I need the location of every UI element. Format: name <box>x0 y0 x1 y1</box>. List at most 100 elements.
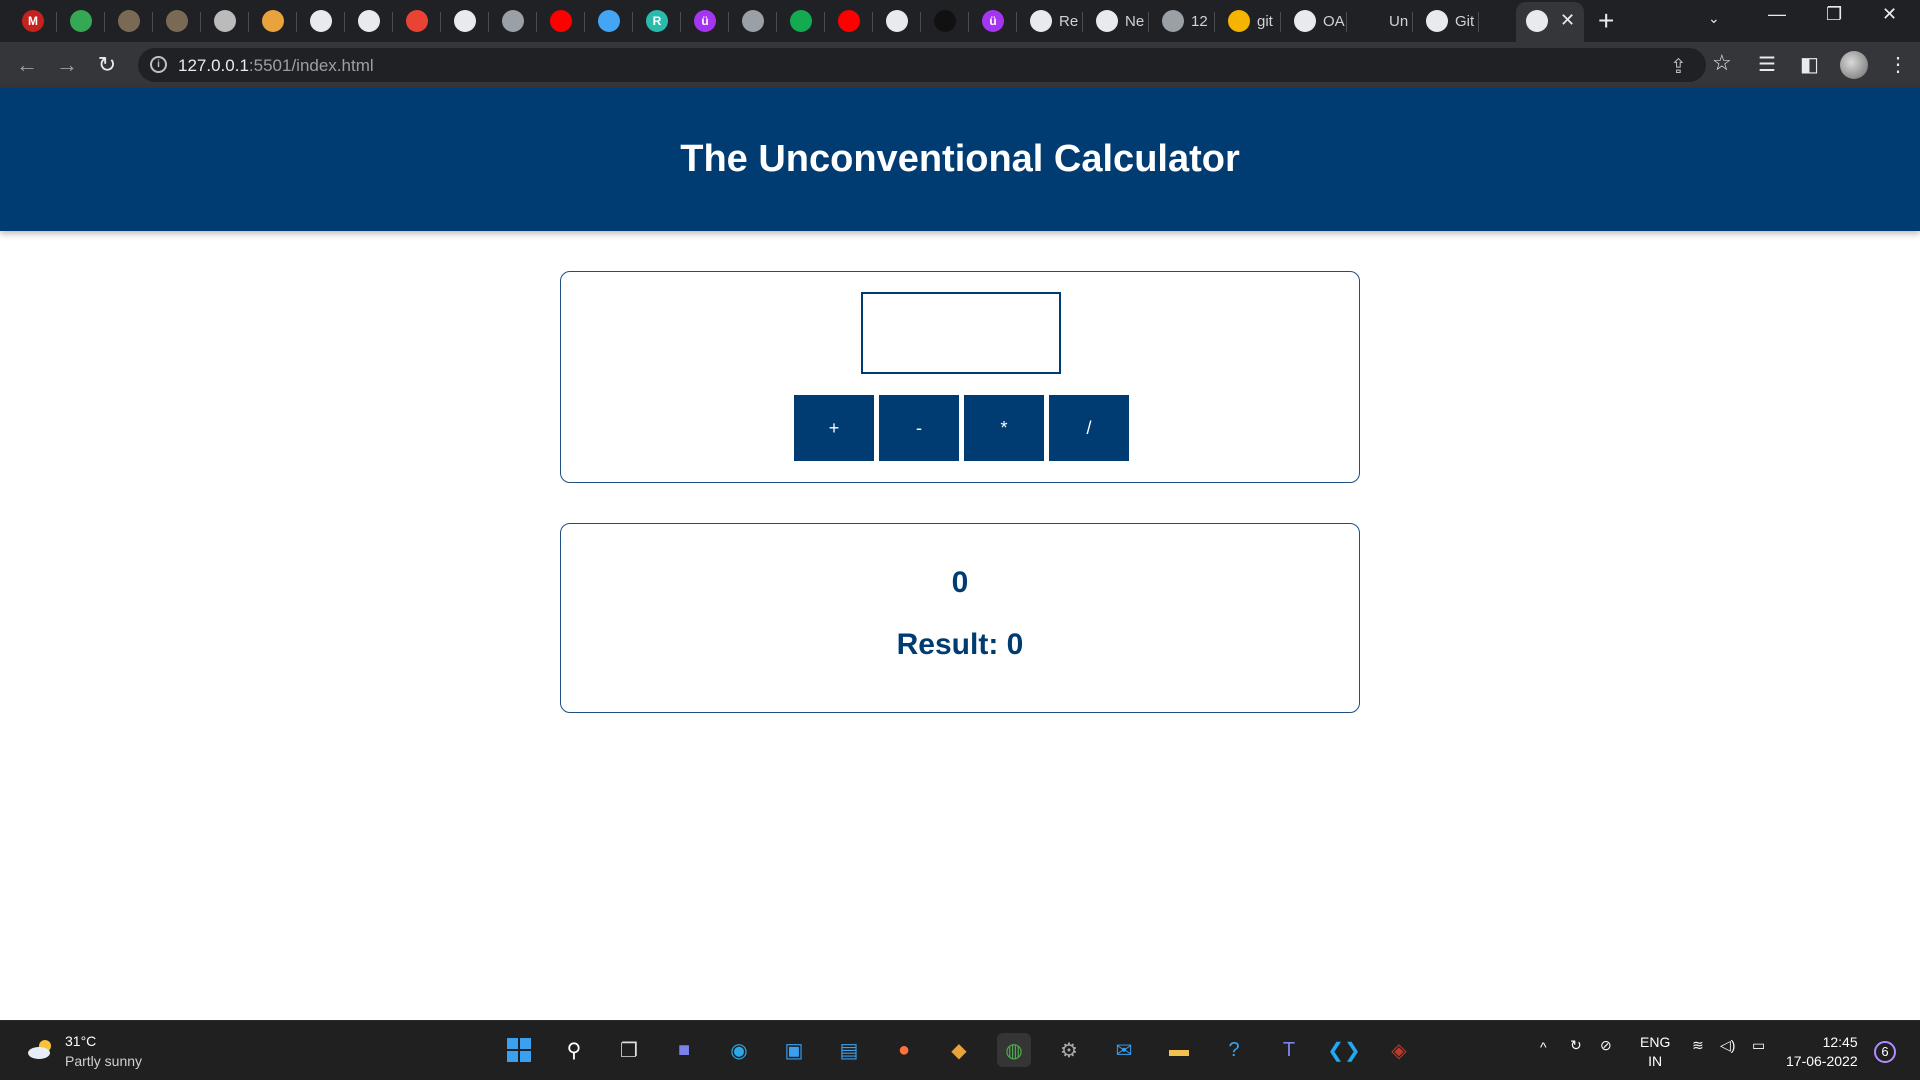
minimize-button[interactable]: — <box>1768 4 1786 25</box>
browser-tab[interactable]: Git <box>1414 6 1474 36</box>
github-icon <box>1294 10 1316 32</box>
menu-icon[interactable]: ⋮ <box>1888 52 1908 77</box>
browser-tab[interactable]: git <box>1216 6 1273 36</box>
browser-tab[interactable] <box>490 6 524 36</box>
teams-icon[interactable]: T <box>1272 1033 1306 1067</box>
url-text[interactable]: 127.0.0.1:5501/index.html <box>178 56 374 76</box>
browser-tab[interactable] <box>154 6 188 36</box>
browser-tab[interactable] <box>346 6 380 36</box>
input-section: + - * / <box>560 271 1360 483</box>
tab-title: Ne <box>1125 12 1145 30</box>
help-icon[interactable]: ? <box>1217 1033 1251 1067</box>
tab-divider <box>728 12 729 32</box>
ruby-icon[interactable]: ◈ <box>1382 1033 1416 1067</box>
firefox-icon[interactable]: ● <box>887 1033 921 1067</box>
site-info-icon[interactable]: i <box>150 56 167 73</box>
reading-list-icon[interactable]: ☰ <box>1758 52 1776 77</box>
volume-icon[interactable]: ◁) <box>1720 1037 1735 1054</box>
browser-tab[interactable] <box>250 6 284 36</box>
active-tab[interactable]: ✕ <box>1516 2 1584 42</box>
browser-tab[interactable]: 12 <box>1150 6 1208 36</box>
start-button[interactable] <box>502 1033 536 1067</box>
store-icon[interactable]: ▣ <box>777 1033 811 1067</box>
browser-tab[interactable] <box>394 6 428 36</box>
profile-avatar[interactable] <box>1840 51 1868 79</box>
browser-tab[interactable]: Re <box>1018 6 1078 36</box>
browser-tab[interactable] <box>298 6 332 36</box>
browser-tab[interactable]: R <box>634 6 668 36</box>
browser-tab[interactable] <box>106 6 140 36</box>
browser-tab[interactable]: Un <box>1348 6 1408 36</box>
close-tab-icon[interactable]: ✕ <box>1560 10 1575 31</box>
address-bar[interactable]: i 127.0.0.1:5501/index.html ⇪ <box>138 48 1706 82</box>
tab-divider <box>488 12 489 32</box>
file-explorer-icon[interactable]: ▬ <box>1162 1033 1196 1067</box>
add-button[interactable]: + <box>794 395 874 461</box>
reload-button[interactable]: ↻ <box>92 50 122 80</box>
youtube-icon <box>838 10 860 32</box>
browser-tab[interactable] <box>58 6 92 36</box>
divide-button[interactable]: / <box>1049 395 1129 461</box>
new-tab-button[interactable]: + <box>1598 6 1614 36</box>
subtract-button[interactable]: - <box>879 395 959 461</box>
browser-tab[interactable] <box>874 6 908 36</box>
browser-tab[interactable] <box>778 6 812 36</box>
globe-icon <box>454 10 476 32</box>
git-app-icon[interactable]: ◆ <box>942 1033 976 1067</box>
power-icon <box>406 10 428 32</box>
tab-title: 12 <box>1191 12 1208 30</box>
partly-sunny-icon[interactable] <box>26 1037 56 1061</box>
sync-icon[interactable]: ↻ <box>1570 1037 1582 1054</box>
weather-description[interactable]: Partly sunny <box>65 1053 142 1069</box>
github-icon <box>1030 10 1052 32</box>
github-icon <box>886 10 908 32</box>
bookmark-star-icon[interactable]: ☆ <box>1712 50 1732 76</box>
clock[interactable]: 12:45 17-06-2022 <box>1786 1033 1858 1071</box>
browser-tab[interactable] <box>202 6 236 36</box>
multiply-button[interactable]: * <box>964 395 1044 461</box>
notification-badge[interactable]: 6 <box>1874 1041 1896 1063</box>
flutter-icon <box>598 10 620 32</box>
settings-icon[interactable]: ⚙ <box>1052 1033 1086 1067</box>
number-input[interactable] <box>861 292 1061 374</box>
forward-button[interactable]: → <box>52 50 82 80</box>
browser-tab[interactable] <box>586 6 620 36</box>
browser-tab[interactable]: ü <box>970 6 1004 36</box>
vscode-icon[interactable]: ❮❯ <box>1327 1033 1361 1067</box>
side-panel-icon[interactable]: ◧ <box>1800 52 1819 77</box>
search-icon[interactable]: ⚲ <box>557 1033 591 1067</box>
wifi-icon[interactable]: ≋ <box>1692 1037 1704 1054</box>
sheets-icon <box>70 10 92 32</box>
edge-icon[interactable]: ◉ <box>722 1033 756 1067</box>
language-indicator[interactable]: ENG IN <box>1640 1033 1670 1071</box>
show-hidden-icons-icon[interactable]: ^ <box>1540 1039 1547 1055</box>
browser-tab[interactable]: Ne <box>1084 6 1144 36</box>
browser-tab[interactable]: M <box>10 6 44 36</box>
globe-icon <box>742 10 764 32</box>
browser-tab[interactable] <box>826 6 860 36</box>
close-window-button[interactable]: ✕ <box>1882 4 1897 25</box>
operator-buttons: + - * / <box>794 395 1129 461</box>
mail-icon[interactable]: ✉ <box>1107 1033 1141 1067</box>
browser-tab[interactable] <box>922 6 956 36</box>
back-button[interactable]: ← <box>12 50 42 80</box>
browser-tab[interactable]: OA <box>1282 6 1345 36</box>
browser-tab[interactable] <box>730 6 764 36</box>
weather-temperature[interactable]: 31°C <box>65 1033 96 1049</box>
tab-search-icon[interactable]: ⌄ <box>1708 10 1720 27</box>
tab-divider <box>1412 12 1413 32</box>
battery-icon[interactable]: ▭ <box>1752 1037 1765 1054</box>
share-icon[interactable]: ⇪ <box>1670 54 1687 79</box>
chat-icon[interactable]: ■ <box>667 1033 701 1067</box>
network-off-icon[interactable]: ⊘ <box>1600 1037 1612 1054</box>
browser-tab[interactable]: ü <box>682 6 716 36</box>
task-view-icon[interactable]: ❐ <box>612 1033 646 1067</box>
chrome-icon[interactable]: ◍ <box>997 1033 1031 1067</box>
app-icon[interactable]: ▤ <box>832 1033 866 1067</box>
browser-tab[interactable] <box>538 6 572 36</box>
browser-tab[interactable] <box>442 6 476 36</box>
restore-button[interactable]: ❐ <box>1826 4 1842 25</box>
tab-divider <box>392 12 393 32</box>
tab-divider <box>1148 12 1149 32</box>
language-code: ENG <box>1640 1034 1671 1050</box>
